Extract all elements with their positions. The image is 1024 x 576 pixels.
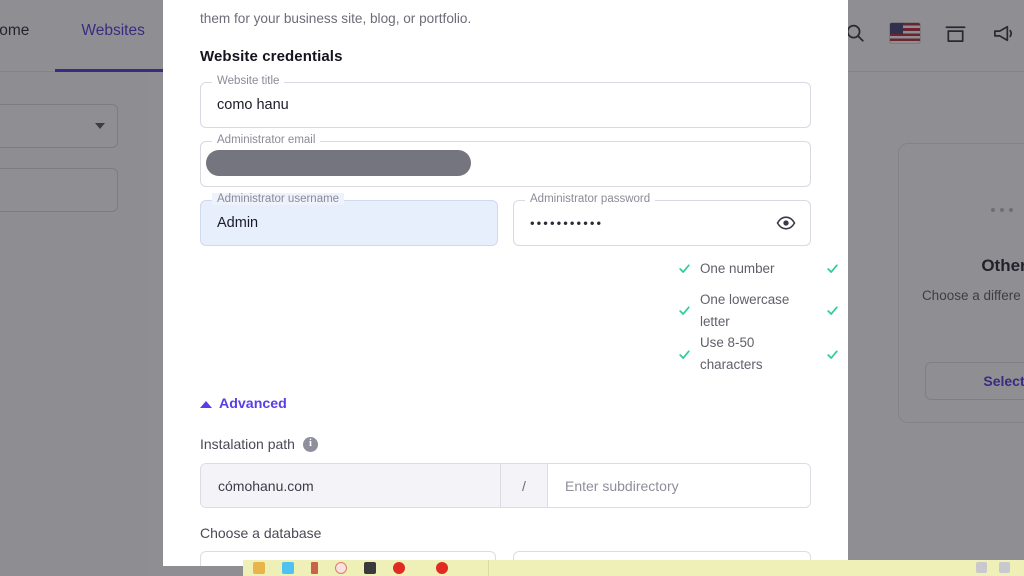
eye-icon[interactable]	[776, 213, 796, 233]
installation-path-group: cómohanu.com / Enter subdirectory	[200, 463, 811, 508]
subdirectory-placeholder: Enter subdirectory	[565, 477, 679, 494]
administrator-email-field[interactable]: Administrator email	[200, 134, 811, 187]
password-rule: Use 8-50 characters	[678, 332, 826, 375]
taskbar-icon-terminal[interactable]	[364, 562, 376, 574]
taskbar-icon-pen[interactable]	[311, 562, 318, 574]
create-website-modal: them for your business site, blog, or po…	[163, 0, 848, 566]
intro-paragraph: them for your business site, blog, or po…	[200, 11, 472, 26]
taskbar-icon-folder[interactable]	[253, 562, 265, 574]
check-icon	[678, 262, 691, 275]
advanced-toggle[interactable]: Advanced	[200, 396, 287, 412]
installation-path-label-row: Instalation path i	[200, 436, 318, 452]
administrator-password-field[interactable]: Administrator password •••••••••••	[513, 193, 811, 246]
administrator-password-value: •••••••••••	[530, 215, 604, 231]
redaction-bar	[206, 150, 471, 176]
tray-icon-2[interactable]	[999, 562, 1010, 573]
password-rule: One lowercase letter	[678, 289, 826, 332]
password-rule-label: One number	[700, 260, 775, 276]
check-icon	[826, 348, 839, 361]
installation-path-label: Instalation path	[200, 436, 295, 452]
administrator-password-label: Administrator password	[525, 193, 656, 205]
taskbar-icon-record[interactable]	[393, 562, 405, 574]
website-title-value: como hanu	[217, 97, 289, 113]
website-title-label: Website title	[212, 75, 285, 87]
password-rule-label: One lowercase letter	[700, 292, 790, 329]
check-icon	[678, 348, 691, 361]
password-rule: One uppercase letter	[826, 289, 848, 332]
password-rule: One number	[678, 248, 826, 289]
os-taskbar	[243, 560, 1024, 576]
choose-database-label: Choose a database	[200, 525, 322, 541]
installation-path-domain-value: cómohanu.com	[218, 477, 314, 494]
password-rule: One symbol	[826, 248, 848, 289]
screen: Home Websites	[0, 0, 1024, 576]
installation-path-separator-value: /	[522, 477, 526, 494]
check-icon	[678, 304, 691, 317]
website-title-field[interactable]: Website title como hanu	[200, 75, 811, 128]
installation-path-domain: cómohanu.com	[201, 464, 501, 507]
taskbar-icon-circle[interactable]	[335, 562, 347, 574]
subdirectory-input[interactable]: Enter subdirectory	[548, 464, 810, 507]
info-icon[interactable]: i	[302, 436, 318, 452]
advanced-toggle-label: Advanced	[219, 396, 287, 412]
taskbar-icon-record-2[interactable]	[436, 562, 448, 574]
password-rule-label: Use 8-50 characters	[700, 335, 763, 373]
section-title-website-credentials: Website credentials	[200, 48, 343, 65]
password-requirements: One number One symbol One lowercase lett…	[678, 248, 848, 376]
administrator-username-label: Administrator username	[212, 193, 345, 205]
administrator-username-field[interactable]: Administrator username Admin	[200, 193, 498, 246]
chevron-up-icon	[200, 400, 212, 408]
administrator-email-label: Administrator email	[212, 134, 321, 146]
check-icon	[826, 304, 839, 317]
taskbar-divider	[488, 560, 489, 576]
password-rule: Only Latin letters	[826, 332, 848, 375]
taskbar-icon-window[interactable]	[282, 562, 294, 574]
check-icon	[826, 262, 839, 275]
administrator-username-value: Admin	[217, 215, 259, 231]
installation-path-separator: /	[501, 464, 548, 507]
tray-icon-1[interactable]	[976, 562, 987, 573]
taskbar-tray	[976, 562, 1010, 573]
